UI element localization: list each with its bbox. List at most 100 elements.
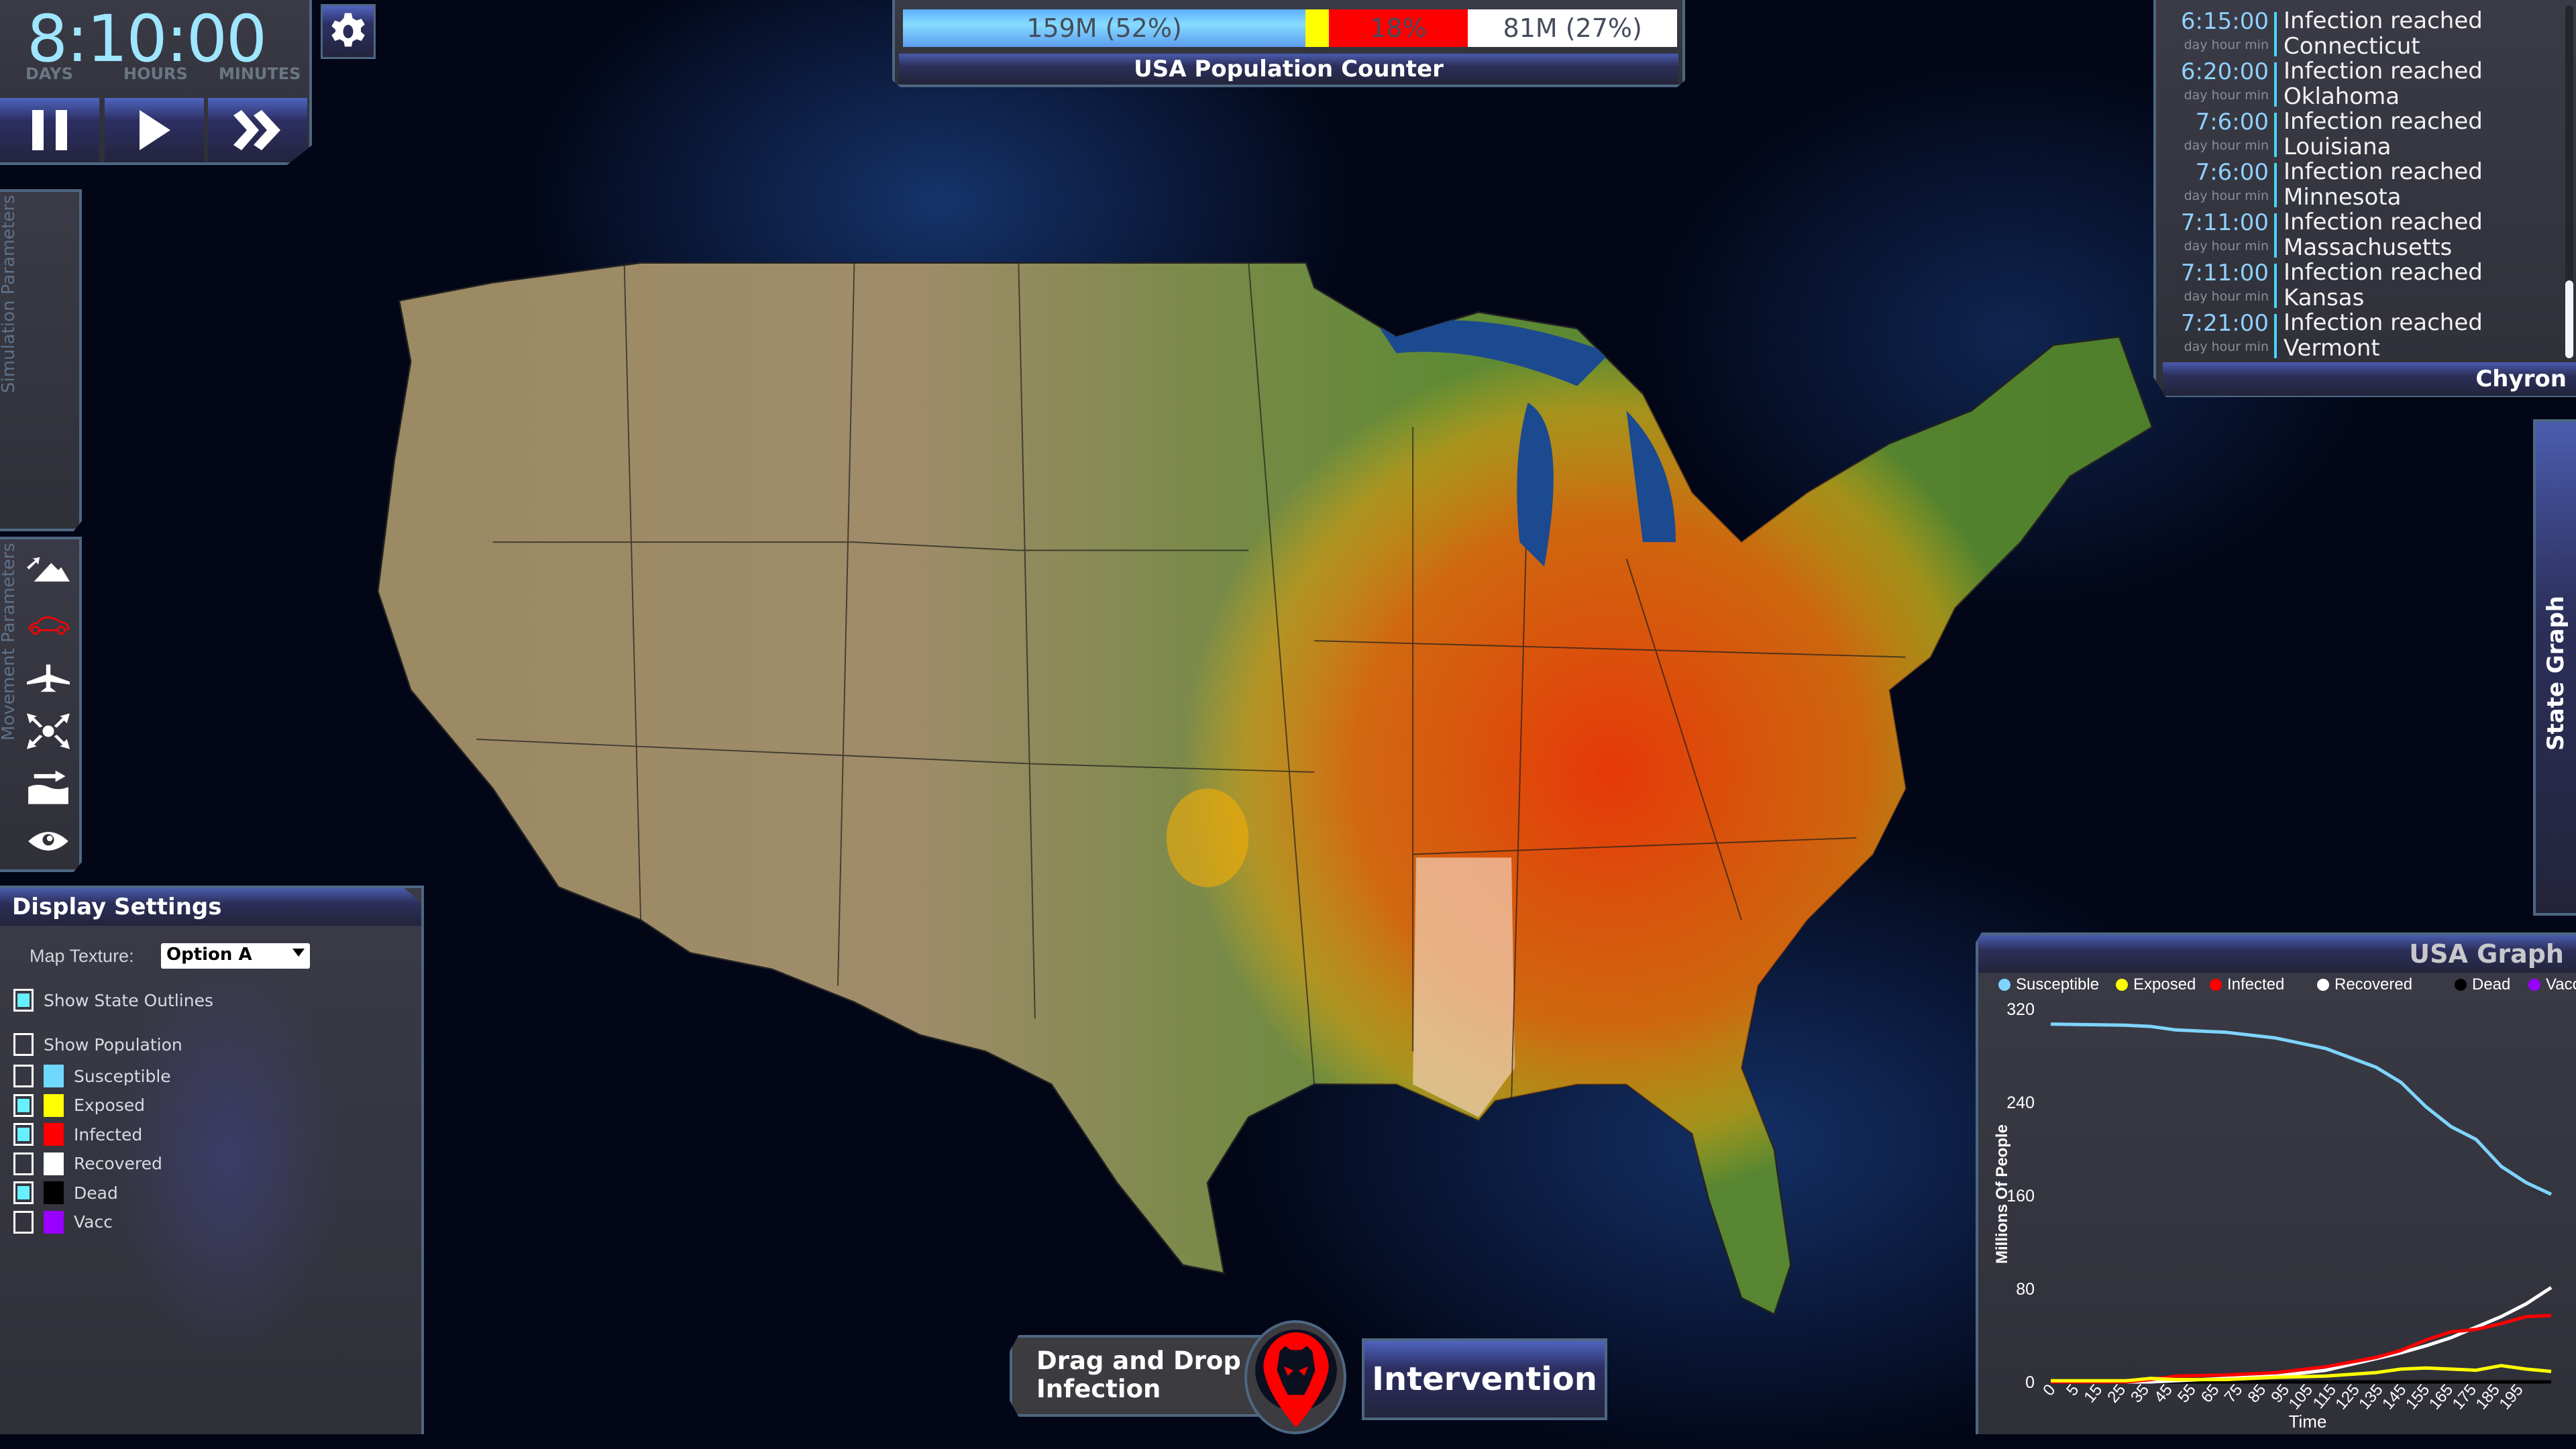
- layer-row-infected[interactable]: Infected: [13, 1123, 142, 1146]
- population-segment: [1305, 9, 1329, 47]
- layer-row-dead[interactable]: Dead: [13, 1181, 118, 1204]
- chyron-title: Chyron: [2163, 362, 2576, 396]
- event-message: Infection reached Massachusetts: [2284, 209, 2483, 261]
- population-segment: 18%: [1328, 9, 1468, 47]
- chyron-event: 7:21:00 day hour min Infection reached Ver…: [2161, 309, 2564, 362]
- legend-entry: Infected: [2210, 975, 2284, 994]
- legend-label: Infected: [2227, 975, 2285, 994]
- event-time-units: day hour min: [2184, 339, 2269, 354]
- usa-graph-panel: USA Graph Susceptible Exposed Infected Reco…: [1976, 932, 2576, 1434]
- event-time: 7:6:00: [2195, 159, 2269, 186]
- show-state-outlines-checkbox[interactable]: [13, 989, 34, 1012]
- event-time-units: day hour min: [2184, 138, 2269, 153]
- layer-label: Exposed: [74, 1095, 146, 1115]
- gear-icon: [331, 13, 365, 47]
- event-divider: [2274, 264, 2277, 308]
- layer-row-exposed[interactable]: Exposed: [13, 1093, 146, 1117]
- pause-button[interactable]: [0, 98, 99, 162]
- legend-marker: [2116, 979, 2128, 991]
- simulation-parameters-label: Simulation Parameters: [0, 195, 19, 393]
- legend-label: Dead: [2472, 975, 2511, 994]
- event-time: 7:6:00: [2195, 109, 2269, 136]
- intervention-button[interactable]: Intervention: [1362, 1338, 1607, 1420]
- layer-checkbox[interactable]: [13, 1065, 34, 1087]
- event-message: Infection reached Kansas: [2284, 259, 2483, 311]
- event-message: Infection reached Vermont: [2284, 309, 2483, 362]
- layer-row-recovered[interactable]: Recovered: [13, 1152, 162, 1175]
- minutes-label: MINUTES: [219, 64, 301, 83]
- days-label: DAYS: [25, 64, 73, 83]
- clock-panel: 8:10:00 DAYS HOURS MINUTES: [0, 0, 312, 165]
- display-settings-header: Display Settings: [0, 888, 421, 926]
- map-texture-dropdown[interactable]: Option A: [161, 943, 310, 969]
- legend-label: Susceptible: [2016, 975, 2100, 994]
- fast-forward-button[interactable]: [208, 98, 307, 162]
- layer-color-swatch: [44, 1065, 64, 1087]
- movement-parameters-label: Movement Parameters: [0, 543, 19, 741]
- layer-label: Infected: [74, 1124, 143, 1144]
- legend-marker: [1998, 979, 2010, 991]
- show-population-label: Show Population: [44, 1034, 182, 1055]
- event-divider: [2274, 62, 2277, 107]
- population-segment: 81M (27%): [1468, 9, 1677, 47]
- chyron-event: 7:11:00 day hour min Infection reached Kan…: [2161, 259, 2564, 311]
- car-icon[interactable]: [27, 606, 70, 644]
- terrain-icon[interactable]: [27, 553, 70, 590]
- hours-label: HOURS: [123, 64, 188, 83]
- event-divider: [2274, 163, 2277, 207]
- infection-drag-handle[interactable]: [1244, 1320, 1346, 1434]
- spread-icon[interactable]: [27, 712, 70, 750]
- legend-marker: [2210, 979, 2222, 991]
- movement-parameters-panel: Movement Parameters: [0, 537, 82, 872]
- drag-drop-label: Drag and Drop Infection: [1036, 1346, 1241, 1403]
- display-settings-title: Display Settings: [12, 894, 222, 920]
- layer-checkbox[interactable]: [13, 1152, 34, 1175]
- legend-label: Exposed: [2133, 975, 2196, 994]
- eye-icon[interactable]: [27, 822, 70, 860]
- chyron-scrollbar-thumb[interactable]: [2565, 280, 2573, 358]
- layer-checkbox[interactable]: [13, 1093, 34, 1117]
- layer-row-susceptible[interactable]: Susceptible: [13, 1065, 171, 1087]
- show-state-outlines-row[interactable]: Show State Outlines: [13, 989, 213, 1012]
- layer-label: Recovered: [74, 1154, 162, 1173]
- state-graph-tab[interactable]: State Graph: [2533, 419, 2576, 916]
- airplane-icon[interactable]: [27, 660, 70, 698]
- event-time-units: day hour min: [2184, 289, 2269, 304]
- show-population-row[interactable]: Show Population: [13, 1033, 182, 1056]
- population-bar: 159M (52%) 18% 81M (27%): [903, 0, 1677, 54]
- legend-entry: Recovered: [2317, 975, 2412, 994]
- settings-button[interactable]: [321, 4, 376, 59]
- chyron-event: 6:20:00 day hour min Infection reached Okl…: [2161, 58, 2564, 109]
- chevron-down-icon: [292, 949, 305, 957]
- layer-checkbox[interactable]: [13, 1123, 34, 1146]
- simulation-parameters-panel[interactable]: Simulation Parameters: [0, 189, 82, 531]
- layer-checkbox[interactable]: [13, 1210, 34, 1234]
- pause-icon: [32, 110, 67, 150]
- layer-color-swatch: [44, 1123, 64, 1146]
- play-button[interactable]: [105, 98, 204, 162]
- event-time-units: day hour min: [2184, 189, 2269, 203]
- chyron-event: 6:15:00 day hour min Infection reached Con…: [2161, 8, 2564, 59]
- legend-entry: Dead: [2455, 975, 2510, 994]
- event-message: Infection reached Louisiana: [2284, 108, 2483, 160]
- chyron-scrollbar[interactable]: [2565, 5, 2573, 358]
- show-population-checkbox[interactable]: [13, 1033, 34, 1056]
- state-graph-label: State Graph: [2542, 596, 2569, 751]
- play-icon: [140, 110, 170, 150]
- event-message: Infection reached Minnesota: [2284, 158, 2483, 211]
- event-divider: [2274, 12, 2277, 56]
- layer-label: Susceptible: [74, 1066, 171, 1086]
- layer-color-swatch: [44, 1152, 64, 1175]
- event-time-units: day hour min: [2184, 88, 2269, 103]
- event-time: 7:21:00: [2180, 310, 2269, 337]
- event-time-units: day hour min: [2184, 239, 2269, 254]
- water-icon[interactable]: [27, 767, 70, 805]
- legend-marker: [2317, 979, 2329, 991]
- layer-row-vacc[interactable]: Vacc: [13, 1210, 113, 1234]
- show-state-outlines-label: Show State Outlines: [44, 990, 213, 1010]
- legend-entry: Vacc: [2528, 975, 2576, 994]
- event-divider: [2274, 213, 2277, 258]
- layer-checkbox[interactable]: [13, 1181, 34, 1204]
- usa-graph-title: USA Graph: [1978, 935, 2576, 973]
- chyron-event: 7:6:00 day hour min Infection reached Loui…: [2161, 108, 2564, 160]
